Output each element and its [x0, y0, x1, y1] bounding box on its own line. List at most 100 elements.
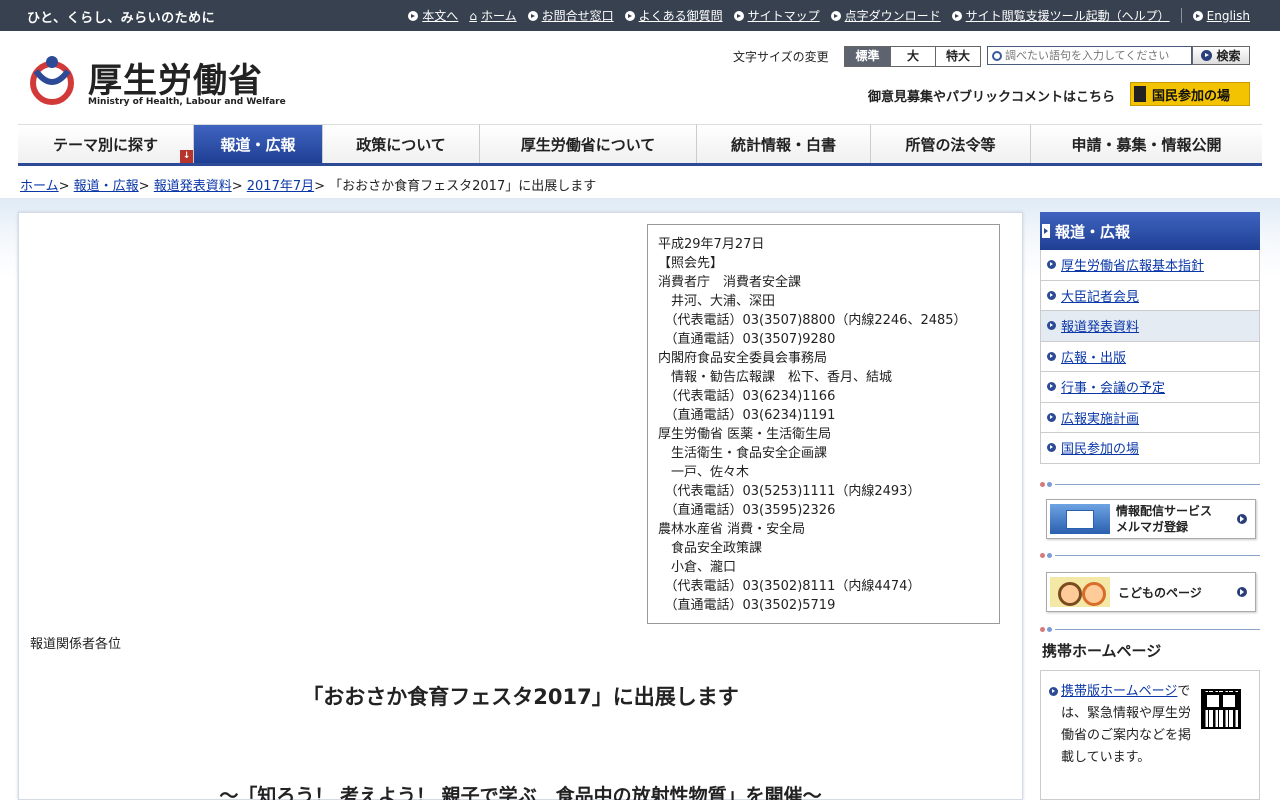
top-bar: ひと、くらし、みらいのために 本文へ ⌂ ホーム お問合せ窓口 よくある御質問 サ…	[0, 0, 1280, 31]
mail-banner-line1: 情報配信サービス	[1116, 504, 1213, 518]
mhlw-logo-icon	[30, 56, 74, 105]
bar-icon	[1134, 86, 1146, 102]
arrow-circle-icon	[1047, 260, 1056, 270]
breadcrumb-press-releases[interactable]: 報道発表資料	[154, 179, 232, 194]
nav-applications[interactable]: 申請・募集・情報公開	[1031, 124, 1262, 163]
arrow-circle-icon	[1201, 50, 1213, 61]
arrow-circle-icon	[1047, 321, 1056, 331]
divider	[1040, 627, 1260, 633]
contact-line: 一戸、佐々木	[658, 465, 750, 480]
top-links: 本文へ ⌂ ホーム お問合せ窓口 よくある御質問 サイトマップ 点字ダウンロード …	[408, 0, 1250, 31]
header: 厚生労働省 Ministry of Health, Labour and Wel…	[0, 31, 1280, 124]
nav-about[interactable]: 厚生労働省について	[480, 124, 697, 163]
sidebar-item-participation[interactable]: 国民参加の場	[1040, 433, 1260, 464]
home-link[interactable]: ⌂ ホーム	[469, 7, 516, 24]
public-participation-button[interactable]: 国民参加の場	[1130, 82, 1250, 106]
font-size-xlarge-button[interactable]: 特大	[935, 47, 980, 66]
arrow-circle-icon	[733, 10, 744, 21]
search-button[interactable]: 検索	[1192, 46, 1250, 65]
kids-page-banner[interactable]: こどものページ	[1046, 572, 1256, 612]
search-icon	[992, 50, 1002, 61]
breadcrumb-month[interactable]: 2017年7月	[247, 179, 314, 194]
contact-line: （直通電話）03(3502)5719	[658, 598, 836, 613]
logo-title: 厚生労働省	[88, 61, 263, 101]
search-input[interactable]	[1005, 49, 1185, 62]
sidebar: 報道・広報 厚生労働省広報基本指針 大臣記者会見 報道発表資料 広報・出版 行事…	[1040, 212, 1260, 464]
font-size-large-button[interactable]: 大	[890, 47, 935, 66]
font-size-standard-button[interactable]: 標準	[845, 47, 890, 66]
arrow-circle-icon	[1049, 687, 1058, 696]
arrow-circle-icon	[408, 10, 419, 21]
faq-link[interactable]: よくある御質問	[624, 7, 723, 24]
mobile-site-box: 携帯版ホームページでは、緊急情報や厚生労働省のご案内などを掲載しています。	[1040, 670, 1260, 800]
global-nav: テーマ別に探す 報道・広報 政策について 厚生労働省について 統計情報・白書 所…	[18, 124, 1262, 166]
breadcrumb-home[interactable]: ホーム	[20, 179, 59, 194]
divider	[1180, 8, 1182, 23]
contact-heading: 【照会先】	[658, 256, 724, 271]
mail-envelope-icon	[1050, 504, 1110, 534]
qr-code-icon	[1201, 689, 1241, 729]
contact-line: 消費者庁 消費者安全課	[658, 275, 802, 290]
contact-line: 小倉、瀧口	[658, 560, 737, 575]
contact-line: 厚生労働省 医薬・生活衛生局	[658, 427, 832, 442]
sidebar-item-publications[interactable]: 広報・出版	[1040, 341, 1260, 372]
page-subtitle: ～「知ろう！ 考えよう！ 親子で学ぶ 食品中の放射性物質」を開催～	[219, 785, 822, 800]
contact-box: 平成29年7月27日 【照会先】 消費者庁 消費者安全課 井河、大浦、深田 （代…	[647, 224, 1000, 624]
arrow-tab-icon	[1042, 224, 1050, 238]
mobile-site-link[interactable]: 携帯版ホームページ	[1061, 684, 1177, 699]
nav-laws[interactable]: 所管の法令等	[871, 124, 1031, 163]
font-size-label: 文字サイズの変更	[733, 50, 829, 64]
public-comment-text: 御意見募集やパブリックコメントはこちら	[868, 90, 1116, 105]
arrow-circle-icon	[1237, 514, 1247, 524]
nav-theme[interactable]: テーマ別に探す	[18, 124, 194, 163]
mail-banner-line2: メルマガ登録	[1116, 520, 1189, 534]
sidebar-item-pr-plan[interactable]: 広報実施計画	[1040, 402, 1260, 433]
arrow-circle-icon	[1237, 587, 1247, 597]
contact-line: （直通電話）03(6234)1191	[658, 408, 836, 423]
arrow-circle-icon	[951, 10, 962, 21]
breadcrumb-press[interactable]: 報道・広報	[74, 179, 139, 194]
search-field	[987, 46, 1192, 65]
braille-download-link[interactable]: 点字ダウンロード	[830, 7, 941, 24]
sidebar-heading[interactable]: 報道・広報	[1040, 212, 1260, 250]
sidebar-item-events[interactable]: 行事・会議の予定	[1040, 372, 1260, 403]
mail-magazine-banner[interactable]: 情報配信サービス メルマガ登録	[1046, 499, 1256, 539]
sidebar-item-press-releases[interactable]: 報道発表資料	[1040, 311, 1260, 342]
logo-subtitle: Ministry of Health, Labour and Welfare	[88, 97, 286, 107]
arrow-circle-icon	[624, 10, 635, 21]
contact-line: （代表電話）03(5253)1111（内線2493）	[658, 484, 921, 499]
mobile-site-heading: 携帯ホームページ	[1042, 642, 1162, 660]
contact-line: 食品安全政策課	[658, 541, 763, 556]
contact-line: 農林水産省 消費・安全局	[658, 522, 806, 537]
accessibility-tool-link[interactable]: サイト閲覧支援ツール起動（ヘルプ）	[951, 7, 1170, 24]
sidebar-item-press-conference[interactable]: 大臣記者会見	[1040, 280, 1260, 311]
divider	[1040, 553, 1260, 559]
skip-to-content-link[interactable]: 本文へ	[408, 7, 458, 24]
breadcrumb-current: 「おおさか食育フェスタ2017」に出展します	[329, 179, 597, 194]
nav-statistics[interactable]: 統計情報・白書	[697, 124, 871, 163]
addressee: 報道関係者各位	[30, 637, 122, 652]
nav-policy[interactable]: 政策について	[323, 124, 480, 163]
tagline: ひと、くらし、みらいのために	[27, 11, 216, 26]
contact-date: 平成29年7月27日	[658, 237, 765, 252]
arrow-circle-icon	[1047, 351, 1056, 361]
arrow-circle-icon	[1192, 10, 1203, 21]
english-link[interactable]: English	[1192, 9, 1250, 23]
sitemap-link[interactable]: サイトマップ	[733, 7, 820, 24]
site-logo[interactable]: 厚生労働省 Ministry of Health, Labour and Wel…	[28, 53, 286, 109]
sidebar-item-pr-guidelines[interactable]: 厚生労働省広報基本指針	[1040, 250, 1260, 281]
arrow-circle-icon	[1047, 412, 1056, 422]
contact-line: 情報・勧告広報課 松下、香月、結城	[658, 370, 893, 385]
divider	[1040, 482, 1260, 488]
font-size-switcher: 標準 大 特大	[844, 46, 981, 67]
contact-line: （直通電話）03(3595)2326	[658, 503, 836, 518]
kids-banner-label: こどものページ	[1118, 585, 1202, 600]
contact-link[interactable]: お問合せ窓口	[527, 7, 614, 24]
kids-icon	[1050, 577, 1110, 607]
contact-line: （直通電話）03(3507)9280	[658, 332, 836, 347]
arrow-circle-icon	[1047, 382, 1056, 392]
contact-line: （代表電話）03(3507)8800（内線2246、2485）	[658, 313, 967, 328]
contact-line: 井河、大浦、深田	[658, 294, 776, 309]
contact-line: （代表電話）03(3502)8111（内線4474）	[658, 579, 921, 594]
nav-press[interactable]: 報道・広報	[194, 124, 323, 163]
